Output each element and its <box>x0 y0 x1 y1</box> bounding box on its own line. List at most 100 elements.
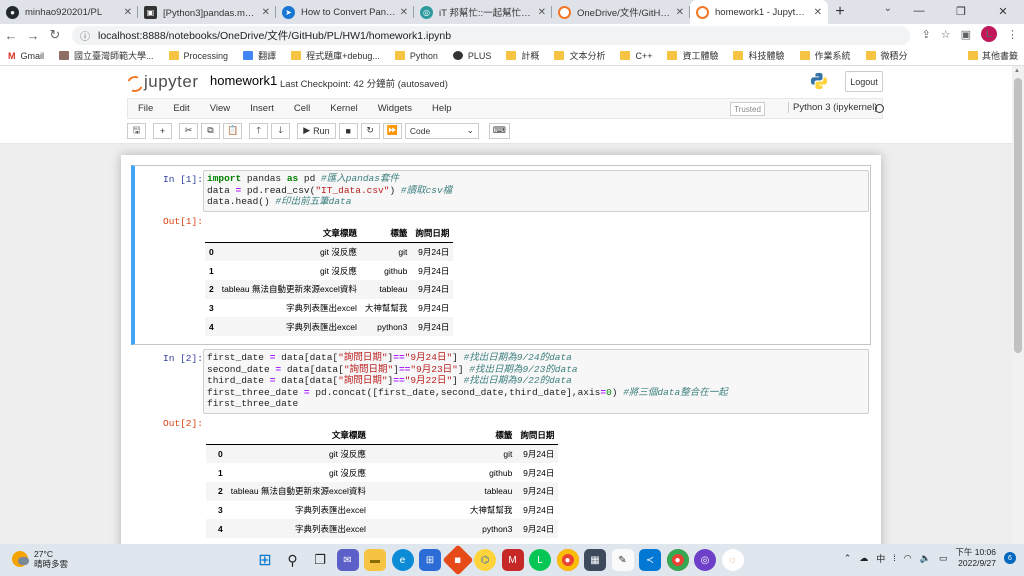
address-bar[interactable]: ⓘ localhost:8888/notebooks/OneDrive/文件/G… <box>72 26 910 45</box>
bookmark-item[interactable]: 作業系統 <box>799 49 851 62</box>
vscode-icon[interactable]: ≺ <box>639 549 661 571</box>
menu-insert[interactable]: Insert <box>240 103 284 114</box>
back-button[interactable]: ← <box>0 24 22 46</box>
clock[interactable]: 下午 10:06 2022/9/27 <box>955 547 996 569</box>
minimize-button[interactable]: — <box>898 0 940 22</box>
browser-tab-1[interactable]: ● minhao920201/PL ✕ <box>0 0 138 24</box>
info-icon[interactable]: ⓘ <box>80 28 90 43</box>
search-icon[interactable]: ⚲ <box>282 549 304 571</box>
bookmark-item[interactable]: 計概 <box>506 49 539 62</box>
browser-tab-5[interactable]: OneDrive/文件/GitHub/PL/HW1✕ <box>552 0 690 24</box>
volume-icon[interactable]: 🔈 <box>920 553 931 564</box>
jupyter-logo[interactable]: jupyter <box>127 72 199 92</box>
ime-options-icon[interactable]: ⁞ <box>893 553 896 563</box>
task-view-icon[interactable]: ❐ <box>309 549 331 571</box>
bookmark-item[interactable]: 微積分 <box>865 49 908 62</box>
menu-kernel[interactable]: Kernel <box>320 103 367 114</box>
page-scrollbar[interactable]: ▲ <box>1012 66 1024 544</box>
kernel-name[interactable]: Python 3 (ipykernel) <box>788 102 877 113</box>
bookmark-item[interactable]: 文本分析 <box>554 49 605 62</box>
git-icon[interactable]: ◆ <box>441 544 474 576</box>
bookmark-item[interactable]: Python <box>394 51 438 61</box>
insert-cell-button[interactable]: + <box>153 122 172 139</box>
tab-search-icon[interactable]: ⌄ <box>884 3 892 14</box>
close-tab-icon[interactable]: ✕ <box>400 7 408 18</box>
trusted-indicator[interactable]: Trusted <box>730 102 765 116</box>
run-button[interactable]: ▶ Run <box>297 122 336 139</box>
windows-start-icon[interactable]: ⊞ <box>254 549 276 571</box>
close-window-button[interactable]: ✕ <box>982 0 1024 22</box>
close-tab-icon[interactable]: ✕ <box>676 7 684 18</box>
move-down-button[interactable]: 🡓 <box>271 122 291 139</box>
bookmark-item[interactable]: 科技體驗 <box>733 49 785 62</box>
logout-button[interactable]: Logout <box>845 71 883 92</box>
code-editor[interactable]: first_date = data[data["詢問日期"]=="9月24日"]… <box>203 349 869 414</box>
bookmark-item[interactable]: C++ <box>620 51 652 61</box>
notepad-icon[interactable]: ✎ <box>611 549 634 571</box>
file-explorer-icon[interactable]: ▬ <box>364 549 386 571</box>
menu-view[interactable]: View <box>200 103 240 114</box>
bookmark-gmail[interactable]: M Gmail <box>8 51 44 61</box>
bookmark-item[interactable]: PLUS <box>452 51 491 61</box>
copy-button[interactable]: ⧉ <box>201 122 220 139</box>
calculator-icon[interactable]: ▦ <box>584 549 606 571</box>
bookmark-item[interactable]: 國立臺灣師範大學... <box>59 49 154 62</box>
menu-file[interactable]: File <box>128 103 163 114</box>
maximize-button[interactable]: ❐ <box>940 0 982 22</box>
notification-badge[interactable]: 6 <box>1004 552 1016 564</box>
store-icon[interactable]: ⊞ <box>419 549 441 571</box>
chevron-up-icon[interactable]: ⌃ <box>844 553 852 564</box>
chrome-icon[interactable]: ● <box>556 549 579 571</box>
code-editor[interactable]: import pandas as pd #匯入pandas套件 data = pd… <box>203 170 869 212</box>
menu-edit[interactable]: Edit <box>163 103 199 114</box>
menu-widgets[interactable]: Widgets <box>368 103 422 114</box>
profile-avatar[interactable]: L <box>981 26 997 42</box>
chrome-active-icon[interactable]: ● <box>666 549 689 571</box>
jupyter-app-icon[interactable]: ◌ <box>721 549 744 571</box>
cut-button[interactable]: ✂ <box>179 122 198 139</box>
battery-icon[interactable]: ▭ <box>939 553 948 564</box>
ime-indicator[interactable]: 中 <box>876 552 885 565</box>
python-app-icon[interactable]: ⌬ <box>474 549 496 571</box>
paste-button[interactable]: 📋 <box>223 122 243 139</box>
close-tab-icon[interactable]: ✕ <box>124 7 132 18</box>
share-icon[interactable]: ⇪ <box>922 28 931 41</box>
bookmark-item[interactable]: 翻譯 <box>243 49 276 62</box>
menu-help[interactable]: Help <box>422 103 462 114</box>
line-icon[interactable]: L <box>529 549 551 571</box>
bookmark-item[interactable]: 資工體驗 <box>667 49 718 62</box>
save-button[interactable]: 🖫 <box>127 122 146 139</box>
notebook-name[interactable]: homework1 <box>210 73 277 88</box>
chat-icon[interactable]: ✉ <box>336 549 359 571</box>
close-tab-icon[interactable]: ✕ <box>538 7 546 18</box>
other-bookmarks[interactable]: 其他書籤 <box>967 49 1018 62</box>
weather-widget[interactable]: 27°C 晴時多雲 <box>12 549 68 569</box>
interrupt-button[interactable]: ■ <box>338 122 358 139</box>
menu-cell[interactable]: Cell <box>284 103 320 114</box>
reload-button[interactable]: ↻ <box>44 24 66 46</box>
scrollbar-thumb[interactable] <box>1014 78 1022 353</box>
browser-tab-4[interactable]: ◎iT 邦幫忙::一起幫忙解決難題✕ <box>414 0 552 24</box>
browser-tab-active[interactable]: homework1 - Jupyter Notebook✕ <box>690 0 828 24</box>
code-cell-1[interactable]: In [1]: import pandas as pd #匯入pandas套件 d… <box>131 165 871 345</box>
scroll-up-arrow-icon[interactable]: ▲ <box>1014 68 1020 74</box>
restart-button[interactable]: ↻ <box>360 122 380 139</box>
close-tab-icon[interactable]: ✕ <box>814 7 822 18</box>
close-tab-icon[interactable]: ✕ <box>262 7 270 18</box>
wifi-icon[interactable]: ◠ <box>904 553 912 564</box>
menu-kebab-icon[interactable]: ⋮ <box>1007 28 1018 41</box>
browser-tab-3[interactable]: ➤How to Convert Pandas DataFrame✕ <box>276 0 414 24</box>
cloud-icon[interactable]: ☁ <box>859 553 868 564</box>
edge-icon[interactable]: e <box>391 549 414 571</box>
browser-tab-2[interactable]: ▣[Python3]pandas.merge用法✕ <box>138 0 276 24</box>
restart-run-all-button[interactable]: ⏩ <box>382 122 402 139</box>
bookmark-item[interactable]: 程式題庫+debug... <box>291 49 380 62</box>
sidepanel-icon[interactable]: ▣ <box>961 28 971 41</box>
bookmark-star-icon[interactable]: ☆ <box>941 28 951 41</box>
forward-button[interactable]: → <box>22 24 44 46</box>
code-cell-2[interactable]: In [2]: first_date = data[data["詢問日期"]==… <box>131 347 871 555</box>
cell-type-select[interactable]: Code ⌄ <box>404 122 479 139</box>
move-up-button[interactable]: 🡑 <box>249 122 269 139</box>
github-desktop-icon[interactable]: ◎ <box>694 549 716 571</box>
command-palette-button[interactable]: ⌨ <box>488 122 510 139</box>
